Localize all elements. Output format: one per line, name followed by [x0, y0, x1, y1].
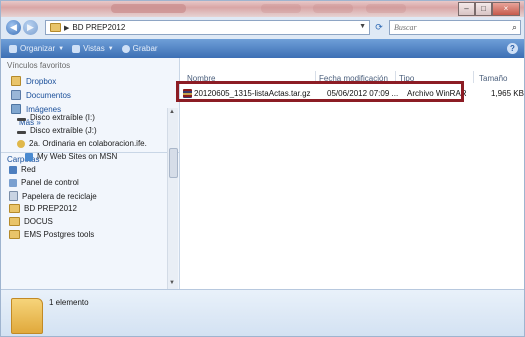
close-button[interactable]: ×	[492, 2, 520, 16]
annotation-highlight-box	[176, 81, 464, 102]
explorer-window: – □ × ◀ ▶ ▶ BD PREP2012 ▼ ⟳ ⌕ Organizar …	[0, 0, 525, 337]
web-sites-icon	[25, 152, 33, 161]
removable-drive-icon	[17, 117, 26, 121]
help-icon[interactable]: ?	[507, 43, 518, 54]
chevron-down-icon[interactable]: ▼	[359, 23, 366, 30]
tree-item[interactable]: 2a. Ordinaria en colaboracion.ife.	[17, 139, 147, 148]
views-icon	[72, 44, 81, 53]
favorite-dropbox[interactable]: Dropbox	[11, 76, 56, 86]
search-input[interactable]	[394, 21, 504, 33]
tree-scrollbar[interactable]: ▲ ▼	[167, 108, 178, 289]
folder-icon	[9, 230, 20, 239]
address-bar[interactable]: ▶ BD PREP2012 ▼	[45, 20, 370, 35]
forward-button[interactable]: ▶	[23, 20, 38, 35]
views-label: Vistas	[83, 44, 105, 53]
search-icon[interactable]: ⌕	[512, 22, 517, 33]
network-icon	[9, 165, 17, 174]
tree-item-label: EMS Postgres tools	[24, 230, 95, 239]
burn-label: Grabar	[132, 44, 158, 53]
chevron-down-icon: ▼	[58, 45, 65, 52]
tree-item-label: Red	[21, 165, 36, 174]
column-separator[interactable]	[473, 71, 474, 83]
shared-folder-icon	[17, 139, 25, 148]
title-bar[interactable]: – □ ×	[1, 1, 524, 17]
folder-icon	[11, 298, 43, 334]
documents-icon	[11, 90, 21, 100]
search-box[interactable]: ⌕	[389, 20, 521, 35]
scroll-down-icon[interactable]: ▼	[169, 280, 175, 286]
back-button[interactable]: ◀	[6, 20, 21, 35]
favorite-documents[interactable]: Documentos	[11, 90, 71, 100]
address-row: ◀ ▶ ▶ BD PREP2012 ▼ ⟳ ⌕	[1, 17, 524, 39]
favorite-label: Dropbox	[26, 76, 57, 86]
disc-icon	[121, 44, 130, 53]
tree-item-label: Panel de control	[21, 178, 79, 187]
organize-icon	[9, 44, 17, 53]
organize-menu[interactable]: Organizar ▼	[9, 44, 64, 53]
tree-item-label: My Web Sites on MSN	[37, 152, 118, 161]
file-size: 1,965 KB	[491, 88, 524, 98]
tree-item[interactable]: Disco extraíble (I:)	[17, 113, 95, 122]
column-header-size[interactable]: Tamaño	[479, 74, 507, 83]
recycle-bin-icon	[9, 191, 18, 201]
organize-label: Organizar	[20, 44, 56, 53]
tree-item[interactable]: My Web Sites on MSN	[25, 152, 117, 161]
burn-button[interactable]: Grabar	[121, 44, 158, 53]
tree-item-label: Papelera de reciclaje	[22, 191, 97, 201]
chevron-right-icon: ▶	[64, 24, 70, 32]
folder-icon	[9, 217, 20, 226]
refresh-icon[interactable]: ⟳	[372, 20, 386, 35]
removable-drive-icon	[17, 130, 26, 134]
scrollbar-thumb[interactable]	[169, 148, 178, 178]
tree-item[interactable]: Panel de control	[9, 178, 79, 187]
folder-icon	[50, 23, 61, 32]
tree-item-label: BD PREP2012	[24, 204, 77, 213]
tree-item-selected[interactable]: BD PREP2012	[9, 204, 77, 213]
control-panel-icon	[9, 178, 17, 187]
views-menu[interactable]: Vistas ▼	[72, 44, 114, 53]
tree-item[interactable]: Red	[9, 165, 36, 174]
command-toolbar: Organizar ▼ Vistas ▼ Grabar ?	[1, 39, 524, 58]
breadcrumb-current[interactable]: BD PREP2012	[72, 23, 125, 32]
tree-item-label: Disco extraíble (J:)	[30, 126, 97, 135]
favorites-heading: Vínculos favoritos	[7, 61, 71, 70]
tree-item[interactable]: EMS Postgres tools	[9, 230, 94, 239]
maximize-button[interactable]: □	[475, 2, 492, 16]
scroll-up-icon[interactable]: ▲	[169, 109, 175, 115]
tree-item-label: 2a. Ordinaria en colaboracion.ife.	[29, 139, 147, 148]
favorite-label: Documentos	[26, 90, 71, 100]
minimize-button[interactable]: –	[458, 2, 475, 16]
tree-item[interactable]: Papelera de reciclaje	[9, 191, 97, 201]
details-pane: 1 elemento	[1, 289, 524, 336]
tree-item-label: DOCUS	[24, 217, 53, 226]
tree-item[interactable]: Disco extraíble (J:)	[17, 126, 97, 135]
tree-item-label: Disco extraíble (I:)	[30, 113, 95, 122]
folder-icon	[11, 76, 21, 86]
folder-icon	[9, 204, 20, 213]
chevron-down-icon: ▼	[107, 45, 114, 52]
item-count: 1 elemento	[49, 298, 89, 307]
tree-item[interactable]: DOCUS	[9, 217, 53, 226]
